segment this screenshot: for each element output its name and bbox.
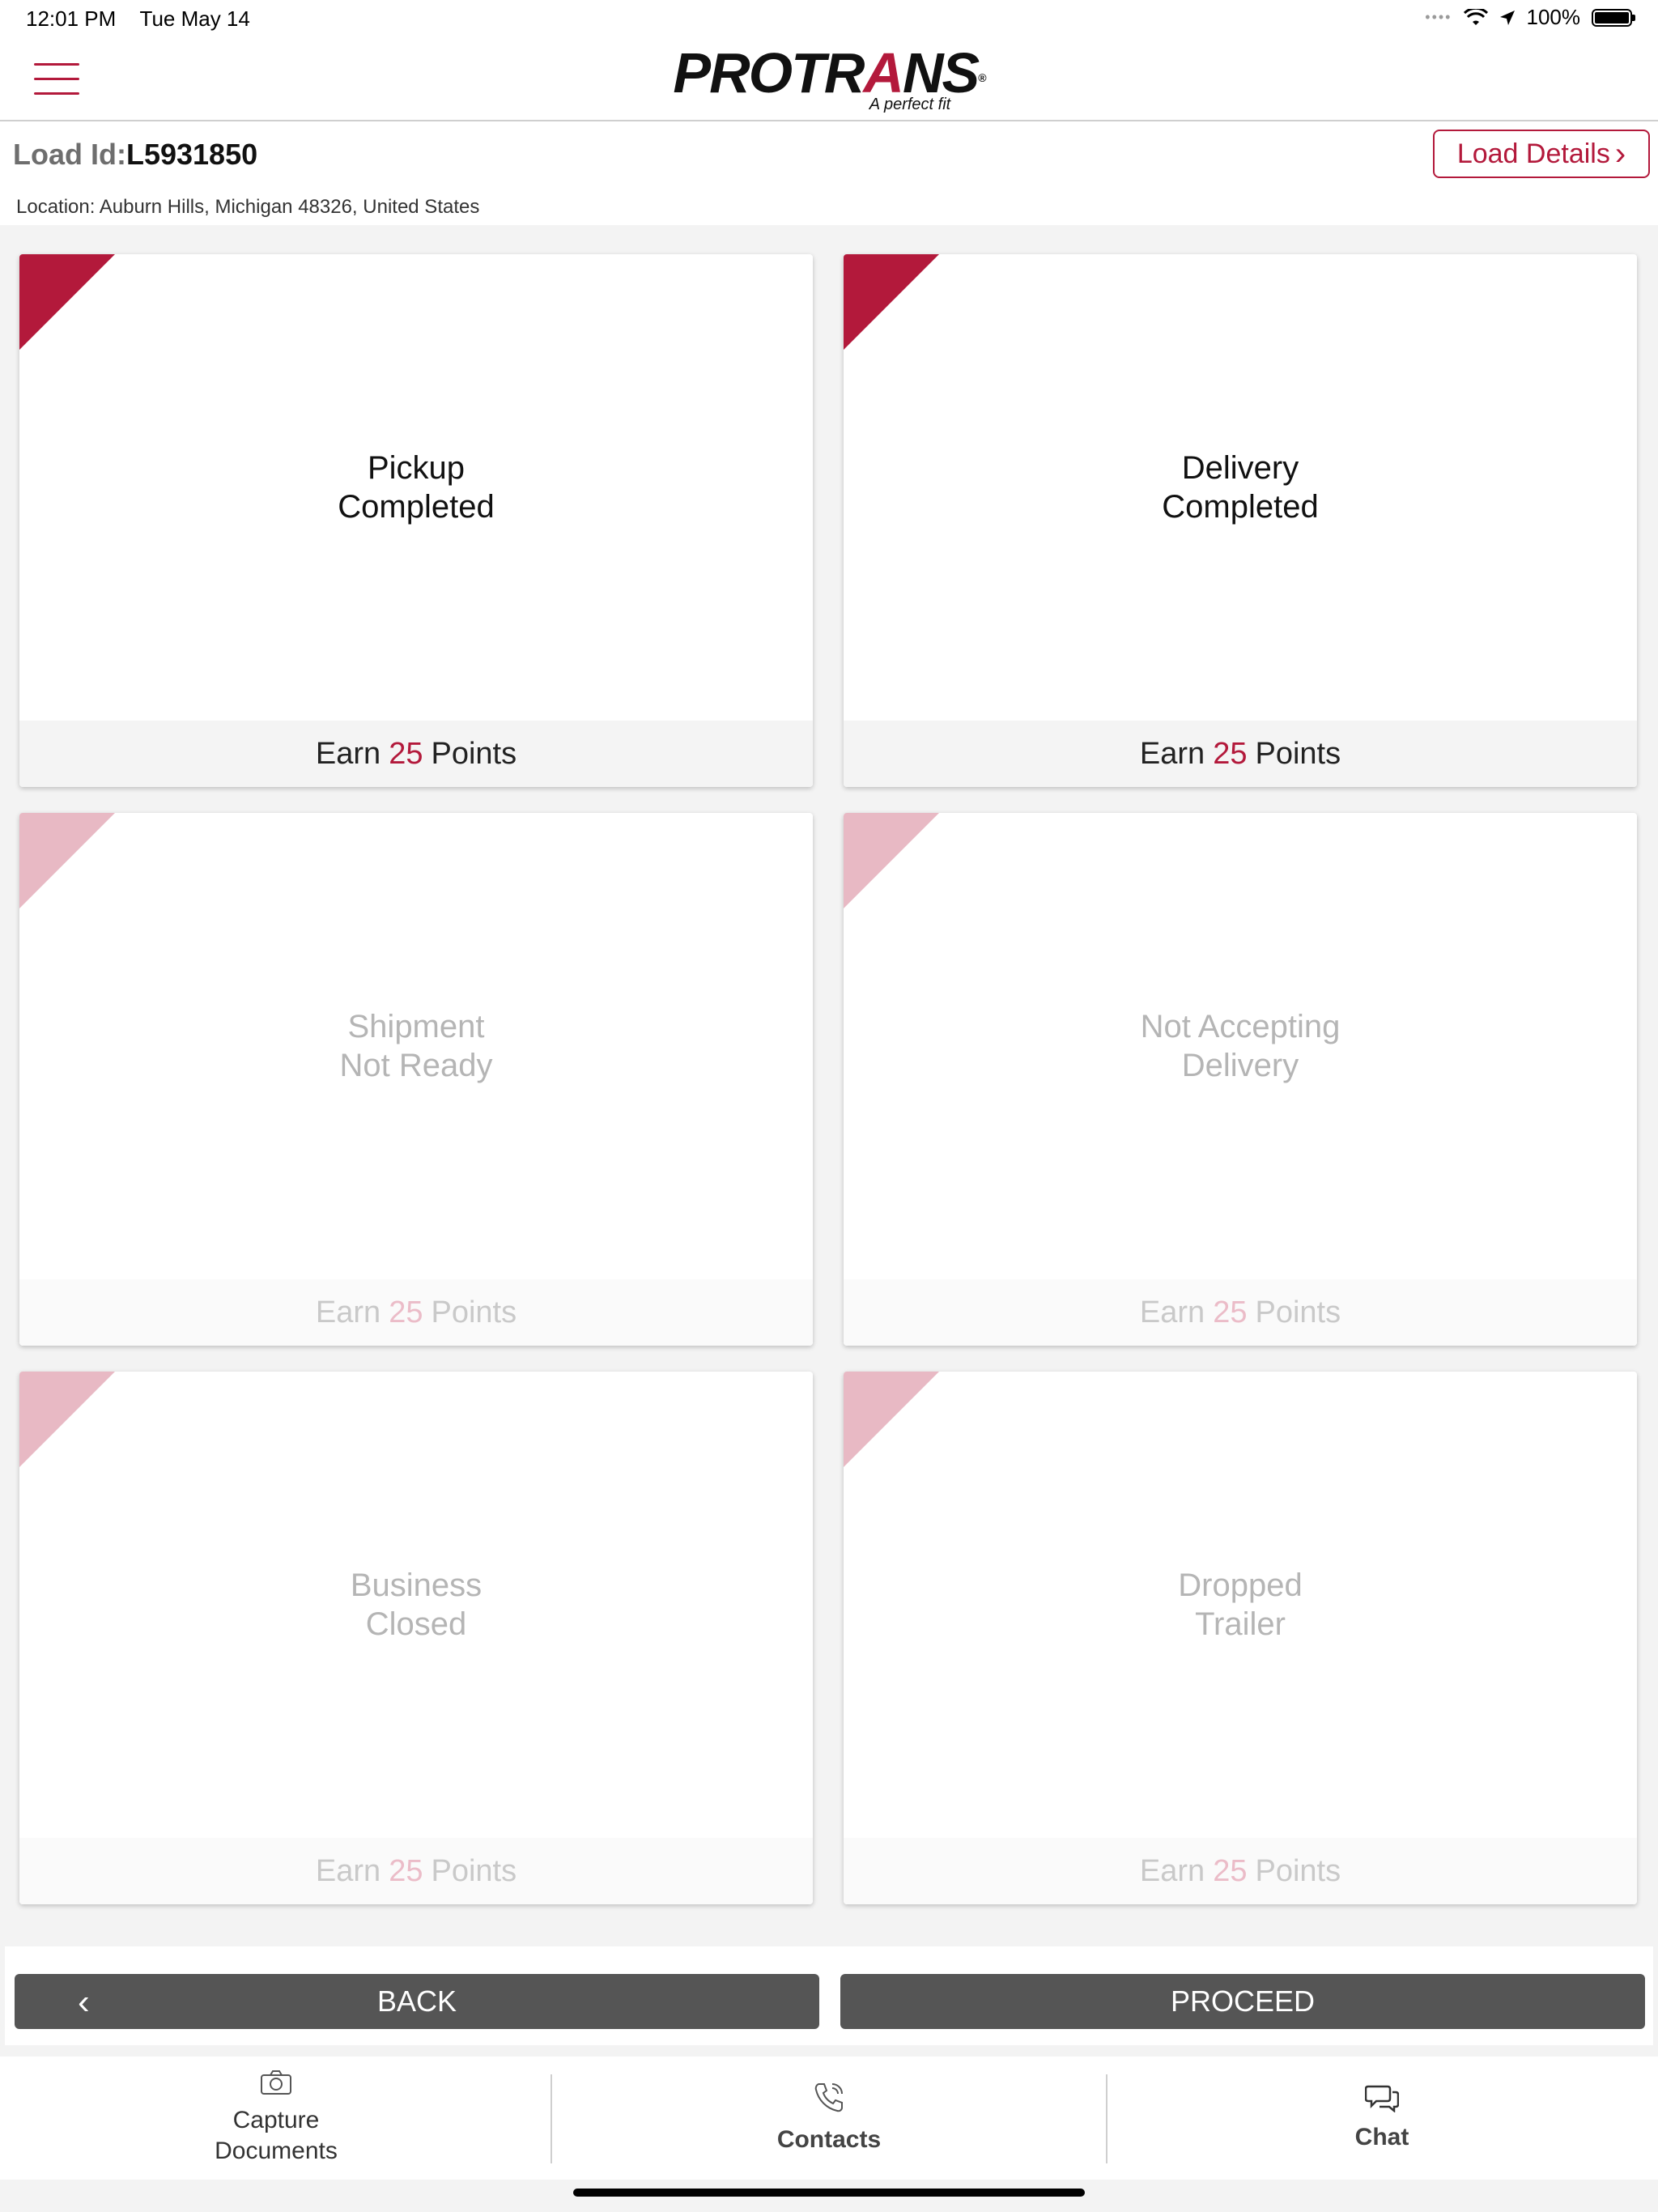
tab-capture-documents[interactable]: Capture Documents [0, 2057, 552, 2180]
tab-bar: Capture Documents Contacts Chat [0, 2057, 1658, 2180]
tile-label: Shipment Not Ready [339, 1009, 493, 1083]
tile-pickup-completed[interactable]: Pickup Completed Earn 25 Points [19, 254, 813, 787]
tile-points: Earn 25 Points [844, 721, 1637, 787]
battery-icon [1592, 8, 1635, 27]
tab-chat[interactable]: Chat [1106, 2057, 1658, 2180]
location-arrow-icon [1499, 10, 1515, 25]
load-id-label: Load Id: [13, 138, 126, 171]
corner-flag-icon [844, 813, 939, 908]
signal-dots-icon: •••• [1425, 9, 1452, 25]
tile-points: Earn 25 Points [19, 1279, 813, 1346]
proceed-button[interactable]: PROCEED [840, 1974, 1645, 2029]
tile-points: Earn 25 Points [844, 1838, 1637, 1904]
wifi-icon [1463, 8, 1488, 25]
status-indicators: •••• 100% [1425, 5, 1635, 30]
status-date: Tue May 14 [139, 6, 250, 31]
corner-flag-icon [844, 254, 939, 350]
tile-label: Not Accepting Delivery [1140, 1009, 1341, 1083]
tile-label: Delivery Completed [1162, 450, 1319, 525]
load-location: Location: Auburn Hills, Michigan 48326, … [16, 196, 480, 218]
tab-capture-label: Capture Documents [215, 2107, 338, 2164]
status-tiles-grid: Pickup Completed Earn 25 Points Delivery Com… [19, 254, 1637, 1904]
protrans-logo: PROTRANS® A perfect fit [673, 41, 986, 113]
tab-chat-label: Chat [1354, 2124, 1409, 2150]
corner-flag-icon [844, 1372, 939, 1467]
back-button[interactable]: ‹ BACK [15, 1974, 819, 2029]
corner-flag-icon [19, 813, 115, 908]
battery-percent: 100% [1526, 5, 1581, 29]
chat-bubbles-icon [1365, 2085, 1399, 2112]
tile-label: Business Closed [350, 1568, 483, 1642]
status-time: 12:01 PM [26, 6, 117, 31]
load-details-label: Load Details [1456, 138, 1610, 169]
load-id-value: L5931850 [125, 138, 258, 171]
hamburger-menu-icon[interactable] [34, 63, 79, 97]
load-id: Load Id:L5931850 [13, 138, 257, 172]
tile-label: Dropped Trailer [1178, 1568, 1303, 1642]
tile-shipment-not-ready[interactable]: Shipment Not Ready Earn 25 Points [19, 813, 813, 1346]
tile-dropped-trailer[interactable]: Dropped Trailer Earn 25 Points [844, 1372, 1637, 1904]
status-bar: 12:01 PM Tue May 14 •••• 100% [0, 0, 1658, 37]
tab-contacts[interactable]: Contacts [552, 2057, 1106, 2180]
tile-points: Earn 25 Points [19, 721, 813, 787]
status-time-date: 12:01 PM Tue May 14 [26, 6, 250, 32]
corner-flag-icon [19, 254, 115, 350]
load-header: Load Id:L5931850 Location: Auburn Hills,… [0, 121, 1658, 225]
tile-points: Earn 25 Points [19, 1838, 813, 1904]
tile-not-accepting-delivery[interactable]: Not Accepting Delivery Earn 25 Points [844, 813, 1637, 1346]
phone-icon [814, 2083, 843, 2112]
tab-contacts-label: Contacts [776, 2126, 882, 2153]
tile-label: Pickup Completed [338, 450, 495, 525]
tile-delivery-completed[interactable]: Delivery Completed Earn 25 Points [844, 254, 1637, 787]
proceed-label: PROCEED [1170, 1984, 1316, 2018]
nav-bar: PROTRANS® A perfect fit [0, 37, 1658, 121]
chevron-left-icon: ‹ [78, 1982, 90, 2022]
load-details-button[interactable]: Load Details › [1433, 130, 1650, 178]
corner-flag-icon [19, 1372, 115, 1467]
action-bar: ‹ BACK PROCEED [5, 1946, 1653, 2045]
tile-business-closed[interactable]: Business Closed Earn 25 Points [19, 1372, 813, 1904]
camera-icon [261, 2070, 291, 2095]
back-label: BACK [376, 1984, 457, 2018]
tile-points: Earn 25 Points [844, 1279, 1637, 1346]
chevron-right-icon: › [1614, 136, 1626, 172]
home-indicator [573, 2189, 1085, 2197]
